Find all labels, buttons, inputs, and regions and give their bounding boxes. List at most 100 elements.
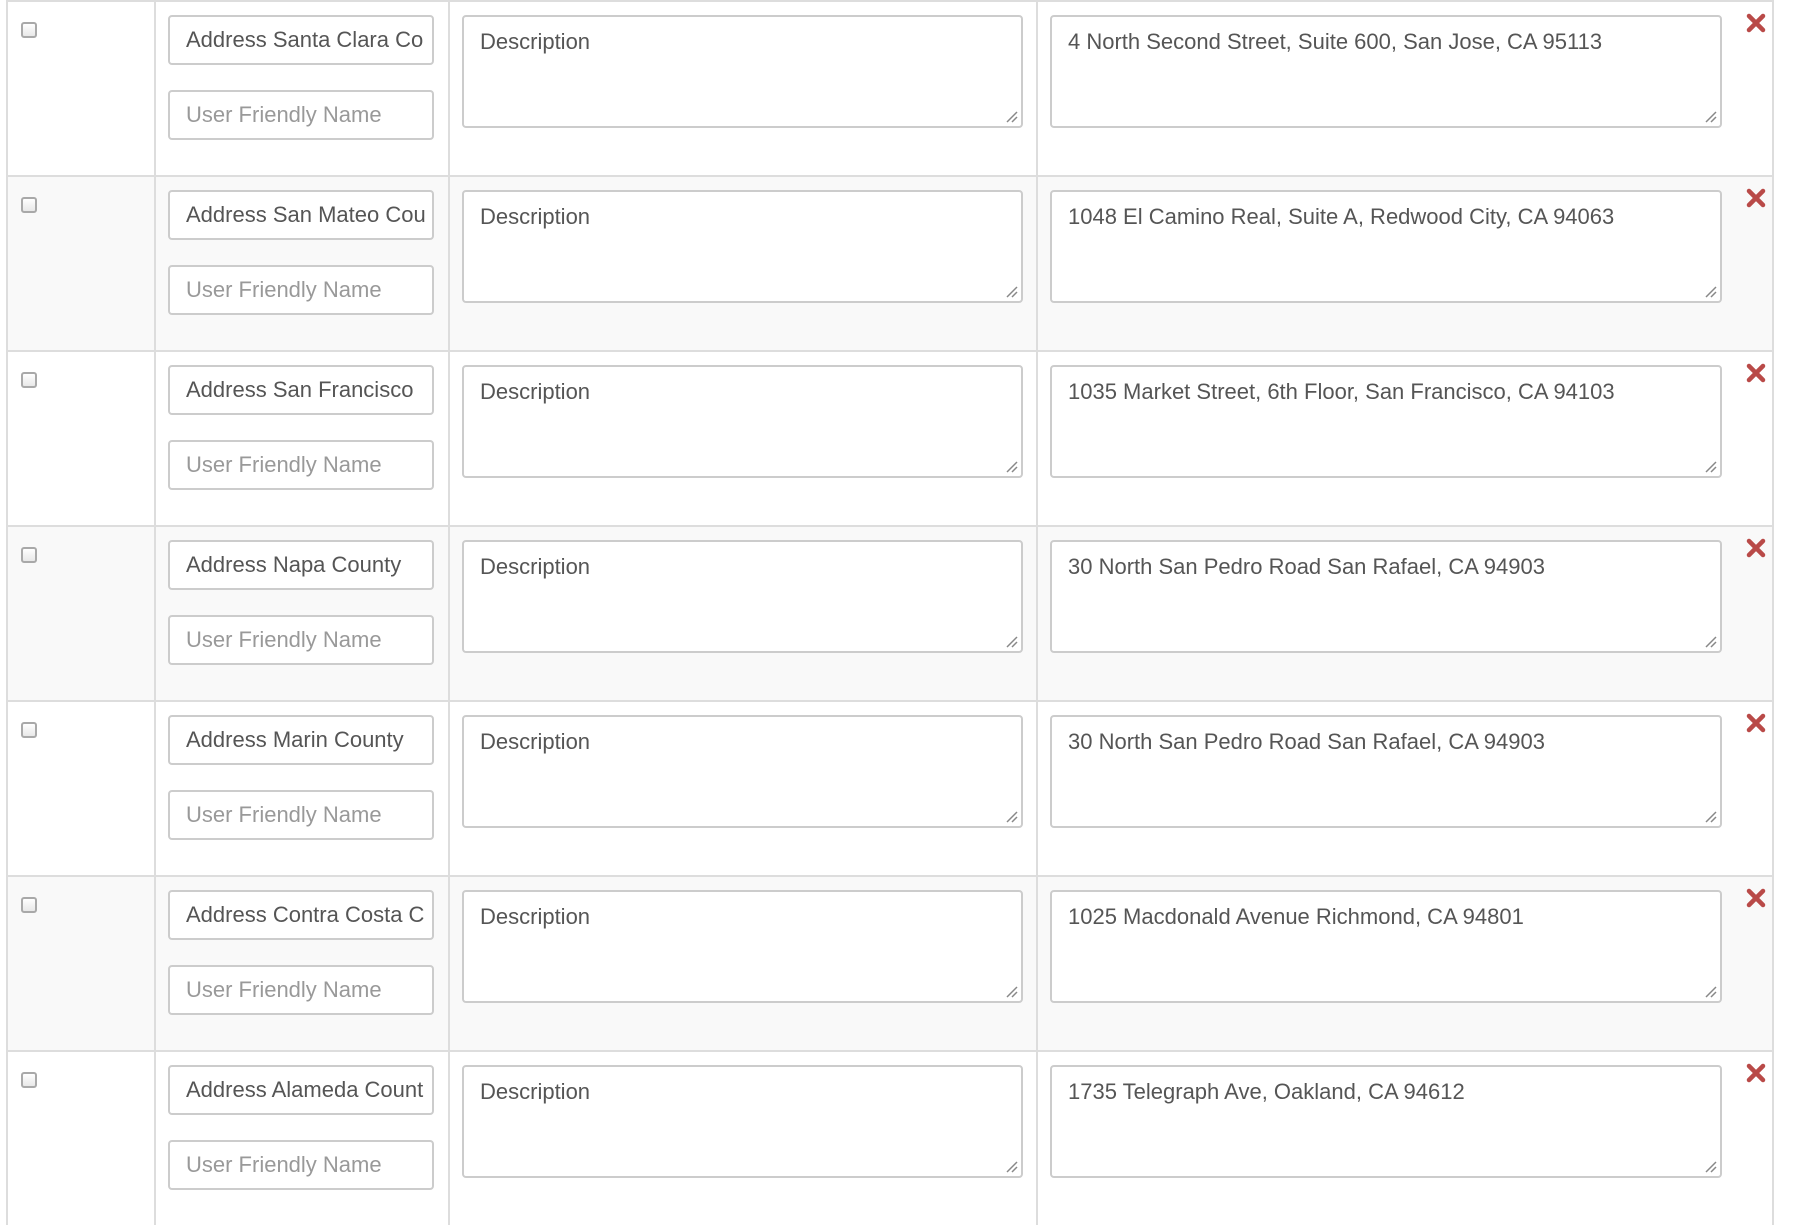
- friendly-name-input[interactable]: User Friendly Name: [168, 615, 434, 665]
- select-cell: [8, 1052, 154, 1225]
- row-checkbox[interactable]: [21, 547, 37, 563]
- table-row: Address San Francisco User Friendly Name…: [8, 350, 1772, 525]
- address-textarea[interactable]: 1035 Market Street, 6th Floor, San Franc…: [1050, 365, 1722, 478]
- address-cell: 1035 Market Street, 6th Floor, San Franc…: [1036, 352, 1772, 525]
- remove-icon[interactable]: [1745, 1062, 1767, 1084]
- resize-grip-icon[interactable]: [1703, 459, 1717, 473]
- description-cell: Description: [448, 1052, 1036, 1225]
- name-input[interactable]: Address Marin County: [168, 715, 434, 765]
- name-cell: Address Santa Clara Co User Friendly Nam…: [154, 2, 448, 175]
- description-cell: Description: [448, 877, 1036, 1050]
- friendly-name-input[interactable]: User Friendly Name: [168, 965, 434, 1015]
- row-checkbox[interactable]: [21, 372, 37, 388]
- description-textarea[interactable]: Description: [462, 890, 1023, 1003]
- table-row: Address Napa County User Friendly Name D…: [8, 525, 1772, 700]
- row-checkbox[interactable]: [21, 1072, 37, 1088]
- address-textarea[interactable]: 4 North Second Street, Suite 600, San Jo…: [1050, 15, 1722, 128]
- resize-grip-icon[interactable]: [1004, 634, 1018, 648]
- description-placeholder: Description: [480, 29, 591, 54]
- name-input[interactable]: Address Napa County: [168, 540, 434, 590]
- address-text: 4 North Second Street, Suite 600, San Jo…: [1068, 29, 1603, 54]
- resize-grip-icon[interactable]: [1004, 109, 1018, 123]
- table-row: Address Alameda Count User Friendly Name…: [8, 1050, 1772, 1225]
- remove-icon[interactable]: [1745, 362, 1767, 384]
- description-cell: Description: [448, 527, 1036, 700]
- remove-icon[interactable]: [1745, 12, 1767, 34]
- name-input[interactable]: Address Contra Costa C: [168, 890, 434, 940]
- resize-grip-icon[interactable]: [1004, 1159, 1018, 1173]
- address-cell: 4 North Second Street, Suite 600, San Jo…: [1036, 2, 1772, 175]
- name-input[interactable]: Address San Francisco: [168, 365, 434, 415]
- address-cell: 30 North San Pedro Road San Rafael, CA 9…: [1036, 702, 1772, 875]
- name-cell: Address Contra Costa C User Friendly Nam…: [154, 877, 448, 1050]
- address-cell: 1048 El Camino Real, Suite A, Redwood Ci…: [1036, 177, 1772, 350]
- resize-grip-icon[interactable]: [1004, 809, 1018, 823]
- friendly-name-input[interactable]: User Friendly Name: [168, 790, 434, 840]
- row-checkbox[interactable]: [21, 722, 37, 738]
- description-cell: Description: [448, 2, 1036, 175]
- table-row: Address San Mateo Cou User Friendly Name…: [8, 175, 1772, 350]
- resize-grip-icon[interactable]: [1004, 459, 1018, 473]
- friendly-name-input[interactable]: User Friendly Name: [168, 440, 434, 490]
- address-text: 1735 Telegraph Ave, Oakland, CA 94612: [1068, 1079, 1465, 1104]
- address-textarea[interactable]: 30 North San Pedro Road San Rafael, CA 9…: [1050, 540, 1722, 653]
- resize-grip-icon[interactable]: [1703, 809, 1717, 823]
- description-placeholder: Description: [480, 729, 591, 754]
- select-cell: [8, 177, 154, 350]
- table-row: Address Santa Clara Co User Friendly Nam…: [8, 0, 1772, 175]
- address-cell: 1025 Macdonald Avenue Richmond, CA 94801: [1036, 877, 1772, 1050]
- name-input[interactable]: Address Alameda Count: [168, 1065, 434, 1115]
- description-placeholder: Description: [480, 379, 591, 404]
- description-cell: Description: [448, 352, 1036, 525]
- friendly-name-input[interactable]: User Friendly Name: [168, 1140, 434, 1190]
- table-row: Address Marin County User Friendly Name …: [8, 700, 1772, 875]
- description-placeholder: Description: [480, 1079, 591, 1104]
- name-cell: Address San Francisco User Friendly Name: [154, 352, 448, 525]
- row-checkbox[interactable]: [21, 22, 37, 38]
- name-cell: Address Alameda Count User Friendly Name: [154, 1052, 448, 1225]
- description-textarea[interactable]: Description: [462, 1065, 1023, 1178]
- resize-grip-icon[interactable]: [1703, 984, 1717, 998]
- address-textarea[interactable]: 1025 Macdonald Avenue Richmond, CA 94801: [1050, 890, 1722, 1003]
- address-cell: 30 North San Pedro Road San Rafael, CA 9…: [1036, 527, 1772, 700]
- table-row: Address Contra Costa C User Friendly Nam…: [8, 875, 1772, 1050]
- row-checkbox[interactable]: [21, 197, 37, 213]
- name-cell: Address San Mateo Cou User Friendly Name: [154, 177, 448, 350]
- resize-grip-icon[interactable]: [1703, 284, 1717, 298]
- description-cell: Description: [448, 702, 1036, 875]
- address-textarea[interactable]: 1735 Telegraph Ave, Oakland, CA 94612: [1050, 1065, 1722, 1178]
- remove-icon[interactable]: [1745, 887, 1767, 909]
- remove-icon[interactable]: [1745, 712, 1767, 734]
- resize-grip-icon[interactable]: [1004, 984, 1018, 998]
- select-cell: [8, 2, 154, 175]
- resize-grip-icon[interactable]: [1004, 284, 1018, 298]
- address-cell: 1735 Telegraph Ave, Oakland, CA 94612: [1036, 1052, 1772, 1225]
- address-textarea[interactable]: 1048 El Camino Real, Suite A, Redwood Ci…: [1050, 190, 1722, 303]
- address-textarea[interactable]: 30 North San Pedro Road San Rafael, CA 9…: [1050, 715, 1722, 828]
- description-textarea[interactable]: Description: [462, 540, 1023, 653]
- friendly-name-input[interactable]: User Friendly Name: [168, 265, 434, 315]
- friendly-name-input[interactable]: User Friendly Name: [168, 90, 434, 140]
- description-placeholder: Description: [480, 204, 591, 229]
- description-textarea[interactable]: Description: [462, 715, 1023, 828]
- select-cell: [8, 352, 154, 525]
- description-placeholder: Description: [480, 554, 591, 579]
- select-cell: [8, 877, 154, 1050]
- name-cell: Address Napa County User Friendly Name: [154, 527, 448, 700]
- name-input[interactable]: Address San Mateo Cou: [168, 190, 434, 240]
- resize-grip-icon[interactable]: [1703, 109, 1717, 123]
- select-cell: [8, 527, 154, 700]
- name-cell: Address Marin County User Friendly Name: [154, 702, 448, 875]
- address-text: 1025 Macdonald Avenue Richmond, CA 94801: [1068, 904, 1524, 929]
- description-textarea[interactable]: Description: [462, 365, 1023, 478]
- remove-icon[interactable]: [1745, 187, 1767, 209]
- description-placeholder: Description: [480, 904, 591, 929]
- name-input[interactable]: Address Santa Clara Co: [168, 15, 434, 65]
- remove-icon[interactable]: [1745, 537, 1767, 559]
- description-textarea[interactable]: Description: [462, 15, 1023, 128]
- row-checkbox[interactable]: [21, 897, 37, 913]
- address-table: Address Santa Clara Co User Friendly Nam…: [6, 0, 1774, 1225]
- resize-grip-icon[interactable]: [1703, 634, 1717, 648]
- description-textarea[interactable]: Description: [462, 190, 1023, 303]
- resize-grip-icon[interactable]: [1703, 1159, 1717, 1173]
